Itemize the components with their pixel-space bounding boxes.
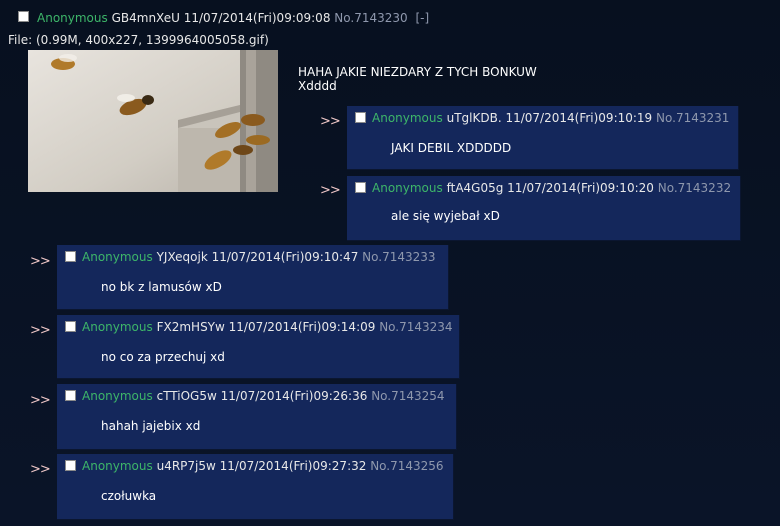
reply-datetime: 11/07/2014(Fri)09:10:47	[211, 250, 359, 264]
op-hide-button[interactable]: [-]	[415, 11, 429, 25]
reply-post-7143256: Anonymous u4RP7j5w 11/07/2014(Fri)09:27:…	[57, 454, 454, 520]
reply-select-checkbox[interactable]	[355, 112, 366, 123]
reply-poster-id: uTglKDB.	[446, 111, 502, 125]
reply-poster-name: Anonymous	[372, 181, 443, 195]
reply-poster-name: Anonymous	[82, 250, 153, 264]
reply-indicator-arrow: >>	[30, 254, 51, 269]
reply-indicator-arrow: >>	[320, 114, 341, 129]
op-header: Anonymous GB4mnXeU 11/07/2014(Fri)09:09:…	[37, 11, 429, 25]
op-datetime: 11/07/2014(Fri)09:09:08	[183, 11, 331, 25]
reply-post-number[interactable]: No.7143233	[362, 250, 435, 264]
reply-header: Anonymous cTTiOG5w 11/07/2014(Fri)09:26:…	[65, 389, 445, 403]
reply-post-number[interactable]: No.7143234	[379, 320, 452, 334]
op-poster-id: GB4mnXeU	[111, 11, 180, 25]
reply-post-number[interactable]: No.7143256	[370, 459, 443, 473]
reply-header: Anonymous uTglKDB. 11/07/2014(Fri)09:10:…	[355, 111, 729, 125]
reply-header: Anonymous FX2mHSYw 11/07/2014(Fri)09:14:…	[65, 320, 453, 334]
reply-post-7143233: Anonymous YJXeqojk 11/07/2014(Fri)09:10:…	[57, 245, 449, 310]
reply-poster-name: Anonymous	[82, 389, 153, 403]
reply-poster-id: YJXeqojk	[156, 250, 208, 264]
bees-gif-picture	[28, 50, 278, 192]
reply-text: hahah jajebix xd	[101, 419, 201, 433]
op-file-info[interactable]: File: (0.99M, 400x227, 1399964005058.gif…	[8, 33, 269, 47]
reply-text: ale się wyjebał xD	[391, 209, 500, 223]
reply-poster-id: cTTiOG5w	[156, 389, 217, 403]
reply-text: no bk z lamusów xD	[101, 280, 222, 294]
op-thumbnail-image[interactable]	[28, 50, 278, 192]
reply-poster-name: Anonymous	[372, 111, 443, 125]
reply-poster-name: Anonymous	[82, 459, 153, 473]
reply-text: no co za przechuj xd	[101, 350, 225, 364]
reply-indicator-arrow: >>	[30, 393, 51, 408]
reply-post-7143234: Anonymous FX2mHSYw 11/07/2014(Fri)09:14:…	[57, 315, 460, 379]
reply-post-7143232: Anonymous ftA4G05g 11/07/2014(Fri)09:10:…	[347, 176, 741, 241]
reply-datetime: 11/07/2014(Fri)09:10:20	[507, 181, 654, 195]
op-post-text-line-1: HAHA JAKIE NIEZDARY Z TYCH BONKUW	[298, 65, 537, 79]
reply-poster-id: FX2mHSYw	[156, 320, 225, 334]
reply-select-checkbox[interactable]	[65, 321, 76, 332]
reply-poster-name: Anonymous	[82, 320, 153, 334]
reply-post-7143231: Anonymous uTglKDB. 11/07/2014(Fri)09:10:…	[347, 106, 739, 170]
reply-select-checkbox[interactable]	[355, 182, 366, 193]
reply-header: Anonymous ftA4G05g 11/07/2014(Fri)09:10:…	[355, 181, 731, 195]
reply-header: Anonymous YJXeqojk 11/07/2014(Fri)09:10:…	[65, 250, 436, 264]
op-post-text-line-2: Xdddd	[298, 79, 337, 93]
reply-datetime: 11/07/2014(Fri)09:26:36	[220, 389, 368, 403]
reply-text: czołuwka	[101, 489, 157, 503]
reply-post-number[interactable]: No.7143254	[371, 389, 444, 403]
reply-poster-id: u4RP7j5w	[156, 459, 216, 473]
reply-poster-id: ftA4G05g	[446, 181, 504, 195]
reply-indicator-arrow: >>	[30, 323, 51, 338]
reply-indicator-arrow: >>	[30, 462, 51, 477]
reply-datetime: 11/07/2014(Fri)09:14:09	[228, 320, 376, 334]
reply-post-7143254: Anonymous cTTiOG5w 11/07/2014(Fri)09:26:…	[57, 384, 457, 450]
reply-datetime: 11/07/2014(Fri)09:10:19	[505, 111, 653, 125]
reply-select-checkbox[interactable]	[65, 460, 76, 471]
reply-datetime: 11/07/2014(Fri)09:27:32	[219, 459, 367, 473]
op-select-checkbox[interactable]	[18, 11, 29, 22]
reply-post-number[interactable]: No.7143231	[656, 111, 729, 125]
op-post-number[interactable]: No.7143230	[334, 11, 407, 25]
reply-header: Anonymous u4RP7j5w 11/07/2014(Fri)09:27:…	[65, 459, 444, 473]
reply-text: JAKI DEBIL XDDDDD	[391, 141, 512, 155]
op-poster-name: Anonymous	[37, 11, 108, 25]
reply-select-checkbox[interactable]	[65, 390, 76, 401]
reply-select-checkbox[interactable]	[65, 251, 76, 262]
reply-post-number[interactable]: No.7143232	[658, 181, 731, 195]
reply-indicator-arrow: >>	[320, 183, 341, 198]
